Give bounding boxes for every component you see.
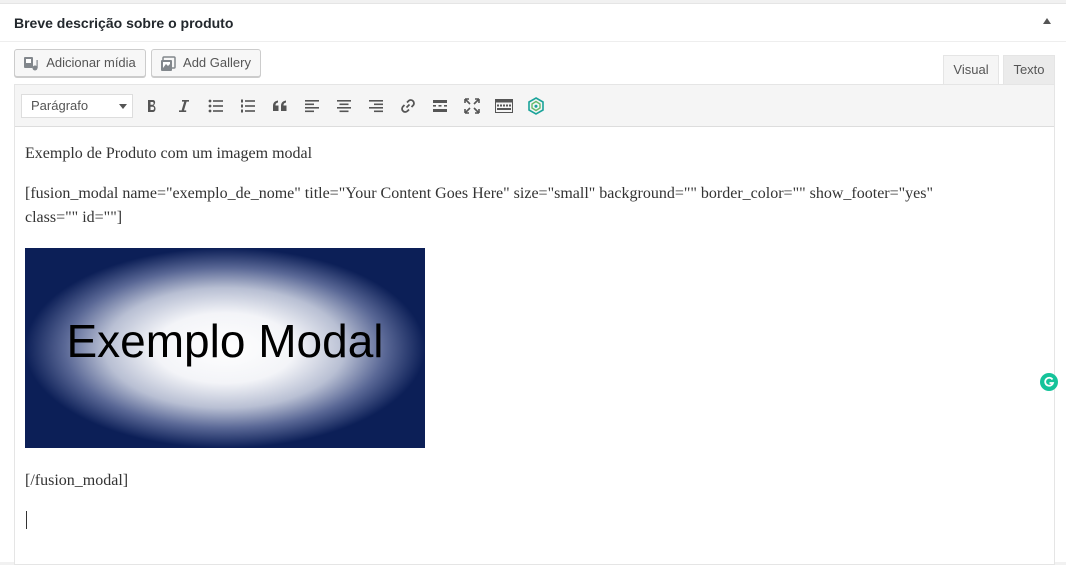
shortcode-open-line-2: class="" id=""]	[25, 209, 123, 226]
read-more-icon	[433, 100, 447, 112]
numbered-list-button[interactable]	[237, 95, 259, 117]
editor: Parágrafo Exemplo de Produto com um imag…	[14, 84, 1055, 565]
add-media-button[interactable]: Adicionar mídia	[14, 49, 146, 77]
text-cursor	[26, 511, 27, 529]
italic-icon	[179, 100, 189, 112]
toolbar-toggle-button[interactable]	[493, 95, 515, 117]
bold-icon	[148, 100, 156, 112]
postbox-title: Breve descrição sobre o produto	[14, 15, 234, 31]
align-right-button[interactable]	[365, 95, 387, 117]
bullet-list-icon	[208, 99, 223, 113]
arrow-up-icon[interactable]	[1043, 18, 1051, 24]
postbox-header[interactable]: Breve descrição sobre o produto	[0, 4, 1066, 42]
format-select[interactable]: Parágrafo	[21, 94, 133, 118]
align-center-icon	[337, 100, 351, 113]
fusion-builder-icon	[528, 97, 544, 115]
tab-visual[interactable]: Visual	[943, 55, 999, 86]
blockquote-button[interactable]	[269, 95, 291, 117]
read-more-button[interactable]	[429, 95, 451, 117]
chevron-down-icon	[119, 104, 127, 109]
format-select-value: Parágrafo	[31, 98, 89, 113]
fullscreen-icon	[464, 98, 480, 114]
bold-button[interactable]	[141, 95, 163, 117]
numbered-list-icon	[241, 99, 255, 113]
modal-image-text: Exemplo Modal	[66, 315, 384, 367]
bullet-list-button[interactable]	[205, 95, 227, 117]
editor-toolbar: Parágrafo	[15, 85, 1054, 127]
tab-texto[interactable]: Texto	[1003, 55, 1055, 85]
shortcode-close: [/fusion_modal]	[25, 472, 129, 489]
grammarly-icon[interactable]	[1040, 373, 1058, 391]
product-short-description-box: Breve descrição sobre o produto Adiciona…	[0, 3, 1066, 565]
align-left-icon	[305, 100, 319, 113]
align-center-button[interactable]	[333, 95, 355, 117]
add-gallery-label: Add Gallery	[183, 55, 251, 70]
add-media-label: Adicionar mídia	[46, 55, 136, 70]
align-right-icon	[369, 100, 383, 113]
shortcode-open-line-1: [fusion_modal name="exemplo_de_nome" tit…	[25, 185, 934, 202]
link-button[interactable]	[397, 95, 419, 117]
link-icon	[401, 99, 415, 113]
fusion-builder-button[interactable]	[525, 95, 547, 117]
fullscreen-button[interactable]	[461, 95, 483, 117]
add-gallery-button[interactable]: Add Gallery	[151, 49, 261, 77]
content-paragraph-1: Exemplo de Produto com um imagem modal	[25, 145, 313, 162]
italic-button[interactable]	[173, 95, 195, 117]
media-icon	[23, 55, 39, 81]
modal-image[interactable]: Exemplo Modal	[25, 248, 425, 448]
blockquote-icon	[273, 100, 287, 111]
editor-content[interactable]: Exemplo de Produto com um imagem modal […	[15, 127, 1054, 564]
toolbar-toggle-icon	[495, 99, 513, 113]
gallery-icon	[160, 55, 176, 81]
align-left-button[interactable]	[301, 95, 323, 117]
